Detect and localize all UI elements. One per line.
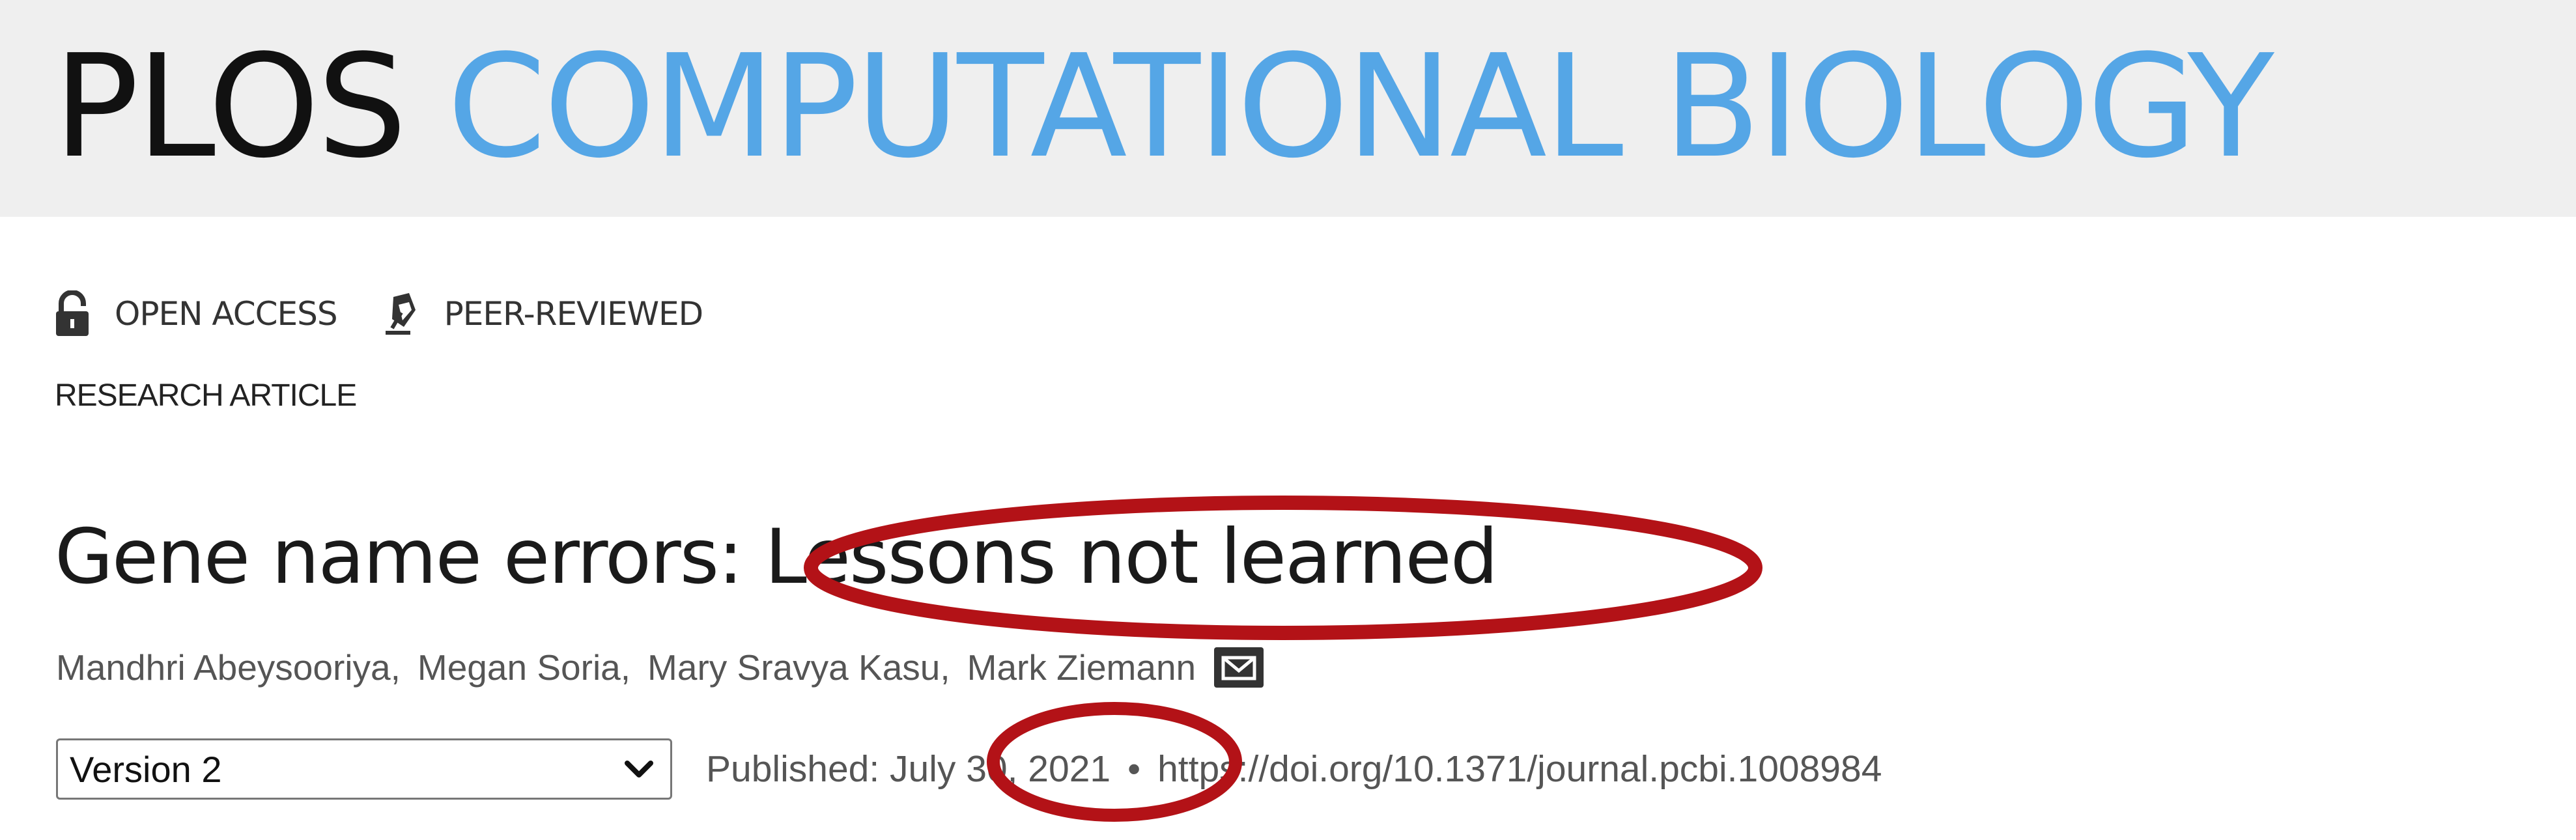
- publication-info: Published: July 30, 2021 • https://doi.o…: [706, 748, 1882, 791]
- article-meta-row: Version 2 Published: July 30, 2021 • htt…: [56, 738, 1882, 800]
- version-select[interactable]: Version 2: [56, 738, 672, 800]
- author-name[interactable]: Mandhri Abeysooriya,: [56, 647, 401, 688]
- peer-reviewed-badge[interactable]: PEER-REVIEWED: [383, 290, 703, 337]
- meta-separator: •: [1127, 748, 1141, 790]
- version-select-value: Version 2: [70, 748, 222, 790]
- publisher-name: PLOS: [53, 25, 407, 189]
- peer-reviewed-label: PEER-REVIEWED: [444, 295, 703, 333]
- publication-date: Published: July 30, 2021: [706, 748, 1111, 790]
- author-name[interactable]: Mary Sravya Kasu,: [647, 647, 950, 688]
- envelope-icon[interactable]: [1214, 647, 1264, 688]
- open-access-badge[interactable]: OPEN ACCESS: [53, 290, 338, 337]
- doi-link[interactable]: https://doi.org/10.1371/journal.pcbi.100…: [1157, 748, 1882, 791]
- open-access-label: OPEN ACCESS: [115, 295, 338, 333]
- author-name[interactable]: Megan Soria,: [418, 647, 630, 688]
- article-badges: OPEN ACCESS PEER-REVIEWED: [53, 288, 748, 340]
- article-title: Gene name errors: Lessons not learned: [55, 513, 1498, 601]
- pen-nib-icon: [385, 293, 416, 335]
- journal-logo[interactable]: PLOS COMPUTATIONAL BIOLOGY: [53, 25, 2274, 189]
- author-list: Mandhri Abeysooriya, Megan Soria, Mary S…: [56, 647, 1264, 688]
- chevron-down-icon: [625, 761, 653, 777]
- unlock-icon: [56, 290, 89, 336]
- journal-name: COMPUTATIONAL BIOLOGY: [447, 25, 2274, 189]
- journal-masthead: PLOS COMPUTATIONAL BIOLOGY: [0, 0, 2576, 217]
- author-name[interactable]: Mark Ziemann: [967, 647, 1196, 688]
- article-type-label: RESEARCH ARTICLE: [55, 378, 357, 413]
